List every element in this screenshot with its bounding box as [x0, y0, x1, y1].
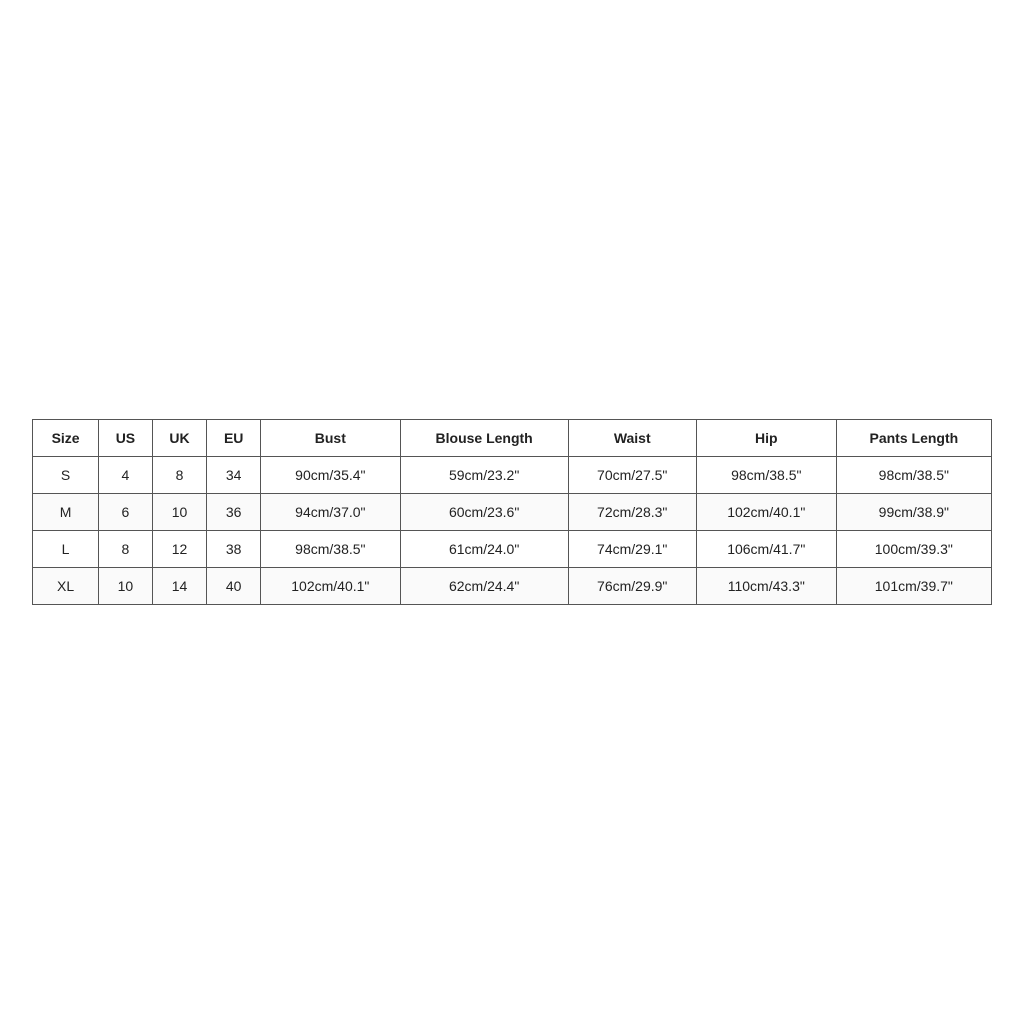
cell-hip: 110cm/43.3": [696, 568, 836, 605]
cell-eu: 40: [207, 568, 261, 605]
header-size: Size: [33, 420, 99, 457]
cell-us: 10: [99, 568, 153, 605]
cell-pants_length: 101cm/39.7": [836, 568, 991, 605]
header-waist: Waist: [568, 420, 696, 457]
header-bust: Bust: [260, 420, 400, 457]
header-blouse-length: Blouse Length: [400, 420, 568, 457]
table-row: L8123898cm/38.5"61cm/24.0"74cm/29.1"106c…: [33, 531, 992, 568]
cell-hip: 98cm/38.5": [696, 457, 836, 494]
cell-size: M: [33, 494, 99, 531]
cell-us: 6: [99, 494, 153, 531]
cell-blouse_length: 62cm/24.4": [400, 568, 568, 605]
cell-pants_length: 99cm/38.9": [836, 494, 991, 531]
cell-waist: 72cm/28.3": [568, 494, 696, 531]
header-eu: EU: [207, 420, 261, 457]
size-chart-table: Size US UK EU Bust Blouse Length Waist H…: [32, 419, 992, 605]
cell-size: L: [33, 531, 99, 568]
table-row: M6103694cm/37.0"60cm/23.6"72cm/28.3"102c…: [33, 494, 992, 531]
cell-size: XL: [33, 568, 99, 605]
cell-hip: 102cm/40.1": [696, 494, 836, 531]
cell-uk: 14: [152, 568, 207, 605]
table-header-row: Size US UK EU Bust Blouse Length Waist H…: [33, 420, 992, 457]
cell-us: 4: [99, 457, 153, 494]
cell-blouse_length: 61cm/24.0": [400, 531, 568, 568]
cell-uk: 12: [152, 531, 207, 568]
header-uk: UK: [152, 420, 207, 457]
header-us: US: [99, 420, 153, 457]
cell-hip: 106cm/41.7": [696, 531, 836, 568]
table-row: S483490cm/35.4"59cm/23.2"70cm/27.5"98cm/…: [33, 457, 992, 494]
cell-bust: 102cm/40.1": [260, 568, 400, 605]
cell-size: S: [33, 457, 99, 494]
cell-bust: 94cm/37.0": [260, 494, 400, 531]
cell-pants_length: 98cm/38.5": [836, 457, 991, 494]
cell-us: 8: [99, 531, 153, 568]
cell-eu: 36: [207, 494, 261, 531]
cell-uk: 8: [152, 457, 207, 494]
cell-waist: 76cm/29.9": [568, 568, 696, 605]
cell-eu: 34: [207, 457, 261, 494]
cell-eu: 38: [207, 531, 261, 568]
cell-blouse_length: 59cm/23.2": [400, 457, 568, 494]
header-hip: Hip: [696, 420, 836, 457]
size-chart-container: Size US UK EU Bust Blouse Length Waist H…: [32, 419, 992, 605]
cell-bust: 98cm/38.5": [260, 531, 400, 568]
cell-pants_length: 100cm/39.3": [836, 531, 991, 568]
cell-waist: 74cm/29.1": [568, 531, 696, 568]
header-pants-length: Pants Length: [836, 420, 991, 457]
cell-uk: 10: [152, 494, 207, 531]
cell-blouse_length: 60cm/23.6": [400, 494, 568, 531]
cell-bust: 90cm/35.4": [260, 457, 400, 494]
cell-waist: 70cm/27.5": [568, 457, 696, 494]
table-row: XL101440102cm/40.1"62cm/24.4"76cm/29.9"1…: [33, 568, 992, 605]
